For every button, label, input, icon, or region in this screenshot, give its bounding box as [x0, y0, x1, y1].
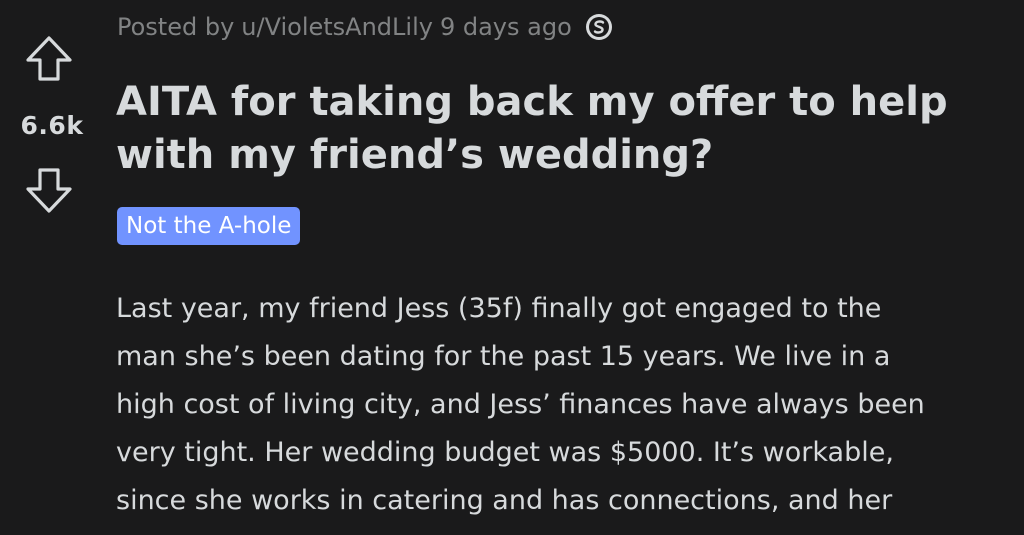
- post-timestamp[interactable]: 9 days ago: [440, 13, 572, 41]
- post-body: Last year, my friend Jess (35f) finally …: [116, 285, 1016, 525]
- post-meta: Posted by u/VioletsAndLily 9 days ago: [117, 12, 614, 42]
- post-body-line: man she’s been dating for the past 15 ye…: [116, 341, 891, 372]
- post-flair[interactable]: Not the A-hole: [117, 207, 301, 245]
- vote-score: 6.6k: [20, 111, 84, 140]
- downvote-button[interactable]: [22, 163, 76, 217]
- post-body-line: Last year, my friend Jess (35f) finally …: [116, 293, 882, 324]
- silver-award-icon[interactable]: [584, 12, 614, 42]
- upvote-button[interactable]: [22, 32, 76, 86]
- post-body-line: very tight. Her wedding budget was $5000…: [116, 437, 894, 468]
- posted-by-label: Posted by: [117, 13, 235, 41]
- upvote-arrow-icon: [26, 36, 72, 81]
- post-body-line: since she works in catering and has conn…: [116, 485, 893, 516]
- downvote-arrow-icon: [26, 168, 72, 213]
- post-title[interactable]: AITA for taking back my offer to help wi…: [116, 76, 1016, 182]
- post-body-line: high cost of living city, and Jess’ fina…: [116, 389, 925, 420]
- author-link[interactable]: u/VioletsAndLily: [241, 13, 433, 41]
